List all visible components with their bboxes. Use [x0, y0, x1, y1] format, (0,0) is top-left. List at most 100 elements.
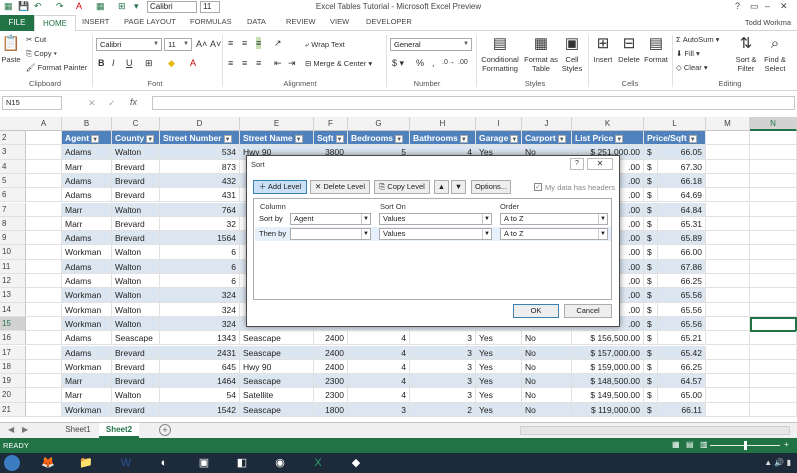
table-cell[interactable]: 1542	[160, 402, 240, 417]
table-cell[interactable]: Walton	[112, 302, 160, 317]
cell[interactable]	[26, 188, 62, 203]
cell[interactable]	[750, 202, 797, 217]
move-down-button[interactable]: ▼	[451, 180, 466, 194]
cell[interactable]	[706, 388, 750, 403]
system-tray[interactable]: ▲ 🔊 ▮	[764, 458, 791, 467]
table-cell[interactable]: Walton	[112, 259, 160, 274]
table-cell[interactable]: 2400	[314, 359, 348, 375]
filter-dropdown-icon[interactable]: ▼	[688, 134, 697, 143]
align-right-icon[interactable]: ≡	[256, 57, 261, 69]
tab-page-layout[interactable]: PAGE LAYOUT	[124, 17, 176, 26]
table-cell[interactable]: Hwy 90	[240, 359, 314, 375]
cell[interactable]	[26, 402, 62, 417]
table-cell[interactable]: Marr	[62, 202, 112, 217]
row-header[interactable]: 21	[0, 402, 26, 417]
table-cell[interactable]: $	[644, 316, 658, 332]
table-cell[interactable]: 65.21	[658, 331, 706, 346]
cell[interactable]	[750, 302, 797, 317]
table-cell[interactable]: 65.00	[658, 388, 706, 403]
table-cell[interactable]: 764	[160, 202, 240, 217]
format-painter-button[interactable]: 🖌 Format Painter	[26, 63, 87, 72]
column-header-g[interactable]: G	[348, 117, 410, 131]
table-cell[interactable]: Walton	[112, 145, 160, 160]
table-cell[interactable]: Yes	[476, 402, 522, 417]
table-cell[interactable]: $	[644, 245, 658, 260]
table-header-cell[interactable]: Sqft ▼	[314, 131, 348, 146]
cell[interactable]	[26, 388, 62, 403]
add-level-button[interactable]: ＋ Add Level	[253, 180, 307, 194]
table-cell[interactable]: 64.69	[658, 188, 706, 203]
table-cell[interactable]: Brevard	[112, 231, 160, 246]
table-cell[interactable]: 66.18	[658, 173, 706, 189]
table-cell[interactable]: Seascape	[240, 402, 314, 417]
align-center-icon[interactable]: ≡	[242, 57, 247, 69]
cell[interactable]	[750, 402, 797, 417]
merge-center-button[interactable]: ⊟ Merge & Center ▾	[305, 59, 372, 68]
table-cell[interactable]: No	[522, 374, 572, 389]
table-cell[interactable]: $	[644, 188, 658, 203]
increase-decimal-icon[interactable]: .0→	[442, 57, 455, 69]
cell[interactable]	[26, 245, 62, 260]
filter-dropdown-icon[interactable]: ▼	[510, 134, 519, 143]
table-cell[interactable]: $	[644, 173, 658, 189]
table-cell[interactable]: 324	[160, 288, 240, 303]
row-header[interactable]: 12	[0, 274, 26, 289]
row-header[interactable]: 3	[0, 145, 26, 160]
cell[interactable]	[750, 345, 797, 360]
user-name[interactable]: Todd Workma	[745, 18, 791, 27]
table-cell[interactable]: Walton	[112, 288, 160, 303]
row-header[interactable]: 8	[0, 216, 26, 232]
table-cell[interactable]: Walton	[112, 274, 160, 289]
row-header[interactable]: 11	[0, 259, 26, 274]
column-header-e[interactable]: E	[240, 117, 314, 131]
cell[interactable]	[750, 274, 797, 289]
row-header[interactable]: 4	[0, 159, 26, 174]
table-cell[interactable]: 324	[160, 302, 240, 317]
cell[interactable]	[706, 245, 750, 260]
cell[interactable]	[706, 159, 750, 174]
cell[interactable]	[706, 316, 750, 332]
then-by-order-select[interactable]: A to Z ▼	[500, 228, 608, 240]
cell[interactable]	[706, 202, 750, 217]
autosum-button[interactable]: Σ AutoSum ▾	[676, 35, 719, 44]
cell[interactable]	[706, 274, 750, 289]
table-cell[interactable]: Yes	[476, 345, 522, 360]
sort-by-column-select[interactable]: Agent ▼	[290, 213, 371, 225]
filter-dropdown-icon[interactable]: ▼	[223, 134, 232, 143]
table-cell[interactable]: 432	[160, 173, 240, 189]
table-cell[interactable]: Walton	[112, 245, 160, 260]
table-cell[interactable]: 3	[410, 345, 476, 360]
table-cell[interactable]: Marr	[62, 374, 112, 389]
table-cell[interactable]: Seascape	[240, 374, 314, 389]
filter-dropdown-icon[interactable]: ▼	[615, 134, 624, 143]
table-cell[interactable]: 2300	[314, 374, 348, 389]
table-cell[interactable]: $ 149,500.00	[572, 388, 644, 403]
cell[interactable]	[750, 388, 797, 403]
table-header-cell[interactable]: List Price ▼	[572, 131, 644, 146]
tab-file[interactable]: FILE	[0, 15, 34, 31]
filter-dropdown-icon[interactable]: ▼	[91, 134, 100, 143]
format-cells-button[interactable]: ▤ Format	[643, 34, 669, 64]
tab-view[interactable]: VIEW	[330, 17, 349, 26]
fill-color-icon[interactable]: ◆	[168, 57, 175, 69]
cell[interactable]	[706, 345, 750, 360]
table-cell[interactable]: 67.30	[658, 159, 706, 174]
table-cell[interactable]: Marr	[62, 388, 112, 403]
cell[interactable]	[26, 202, 62, 217]
add-sheet-icon[interactable]: +	[159, 424, 171, 436]
table-header-cell[interactable]: Street Name ▼	[240, 131, 314, 146]
table-cell[interactable]: 4	[348, 345, 410, 360]
app-icon[interactable]: ▣	[190, 454, 218, 472]
cell-styles-button[interactable]: ▣ Cell Styles	[560, 34, 584, 73]
table-cell[interactable]: $ 156,500.00	[572, 331, 644, 346]
start-button[interactable]	[4, 455, 20, 471]
table-cell[interactable]: $	[644, 374, 658, 389]
tab-home[interactable]: HOME	[34, 15, 76, 32]
formula-input[interactable]	[152, 96, 795, 110]
cell[interactable]	[26, 173, 62, 189]
table-cell[interactable]: 65.42	[658, 345, 706, 360]
cell[interactable]	[26, 359, 62, 375]
table-cell[interactable]: $	[644, 288, 658, 303]
table-cell[interactable]: Yes	[476, 359, 522, 375]
cell[interactable]	[706, 288, 750, 303]
